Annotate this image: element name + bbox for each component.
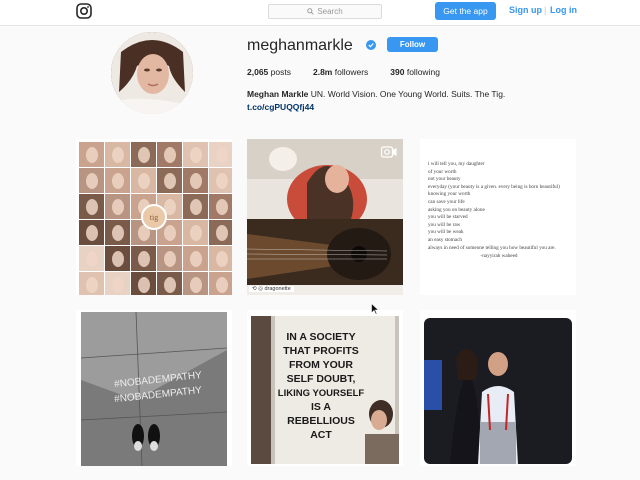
poem-line: knowing your worth — [428, 191, 471, 198]
post-tile-chalk-sidewalk[interactable]: #NOBADEMPATHY #NOBADEMPATHY — [76, 310, 232, 466]
nav-separator: | — [544, 5, 547, 15]
poem-line: always in need of someone telling you ho… — [428, 244, 556, 251]
signup-link[interactable]: Sign up — [509, 5, 542, 15]
poem-signature: -nayyirah waheed — [480, 253, 518, 260]
posts-count: 2,065 — [247, 67, 269, 77]
post-tile-collage[interactable]: tig — [76, 139, 232, 295]
poem-line: i will tell you, my daughter — [428, 161, 485, 167]
following-count: 390 — [390, 67, 405, 77]
top-nav-bar: Search Get the app Sign up | Log in — [0, 0, 640, 26]
poem-line: you will be raw — [428, 221, 461, 228]
guitar-video-image — [247, 139, 403, 295]
sign-image: IN A SOCIETY THAT PROFITS FROM YOUR SELF… — [247, 310, 403, 466]
profile-username: meghanmarkle — [247, 37, 353, 54]
repost-icon: ⟲ ◎ — [252, 286, 265, 292]
poem-line: you will be starved — [428, 214, 468, 221]
search-placeholder: Search — [317, 7, 343, 16]
poem-line: everyday (your beauty is a given. every … — [428, 183, 560, 190]
poem-line: not your beauty — [428, 176, 461, 183]
followers-stat[interactable]: 2.8m followers — [313, 67, 368, 77]
followers-label: followers — [334, 67, 369, 77]
collage-image: tig — [76, 139, 232, 295]
profile-bio: Meghan Markle UN. World Vision. One Youn… — [247, 89, 505, 99]
profile-bio-text: UN. World Vision. One Young World. Suits… — [310, 89, 506, 99]
sign-line: REBELLIOUS — [287, 415, 355, 427]
poem-line: you will be weak — [428, 229, 464, 236]
sign-line: ACT — [310, 429, 332, 441]
poem-line: can save your life — [428, 198, 465, 205]
follow-button[interactable]: Follow — [387, 37, 438, 52]
profile-link[interactable]: t.co/cgPUQQfj44 — [247, 102, 314, 112]
search-icon — [307, 8, 314, 15]
poem-line: of your worth — [428, 168, 457, 175]
sign-line: IS A — [311, 401, 331, 413]
following-stat[interactable]: 390 following — [390, 67, 440, 77]
video-camera-icon — [381, 146, 397, 158]
sign-line: IN A SOCIETY — [286, 331, 355, 343]
instagram-logo-icon[interactable] — [76, 3, 92, 19]
followers-count: 2.8m — [312, 67, 333, 77]
svg-text:tig: tig — [150, 213, 158, 222]
profile-avatar[interactable] — [111, 32, 193, 114]
studio-image — [420, 310, 576, 466]
post-tile-sign[interactable]: IN A SOCIETY THAT PROFITS FROM YOUR SELF… — [247, 310, 403, 466]
posts-stat: 2,065 posts — [247, 67, 291, 77]
profile-stats: 2,065 posts 2.8m followers 390 following — [247, 67, 462, 77]
sign-line: LIKING YOURSELF — [278, 388, 365, 399]
chalk-sidewalk-image: #NOBADEMPATHY #NOBADEMPATHY — [76, 310, 232, 466]
sign-line: SELF DOUBT, — [287, 373, 356, 385]
poem-line: an easy stomach — [428, 236, 462, 243]
profile-full-name: Meghan Markle — [247, 89, 309, 99]
post-tile-studio[interactable] — [420, 310, 576, 466]
post-tile-poem[interactable]: i will tell you, my daughter of your wor… — [420, 139, 576, 295]
post-tile-guitar-video[interactable] — [247, 139, 403, 295]
following-label: following — [406, 67, 440, 77]
get-app-button[interactable]: Get the app — [435, 2, 496, 20]
mouse-cursor-icon — [371, 303, 379, 315]
sign-line: THAT PROFITS — [283, 345, 359, 357]
login-link[interactable]: Log in — [550, 5, 577, 15]
sign-line: FROM YOUR — [289, 359, 353, 371]
video-user-tag[interactable]: ⟲ ◎ dragonette — [249, 286, 294, 292]
poem-line: asking you on beauty alone — [428, 206, 485, 213]
search-input[interactable]: Search — [268, 4, 382, 19]
verified-badge-icon — [366, 40, 376, 50]
video-tag-username: dragonette — [264, 286, 291, 292]
posts-label: posts — [270, 67, 291, 77]
